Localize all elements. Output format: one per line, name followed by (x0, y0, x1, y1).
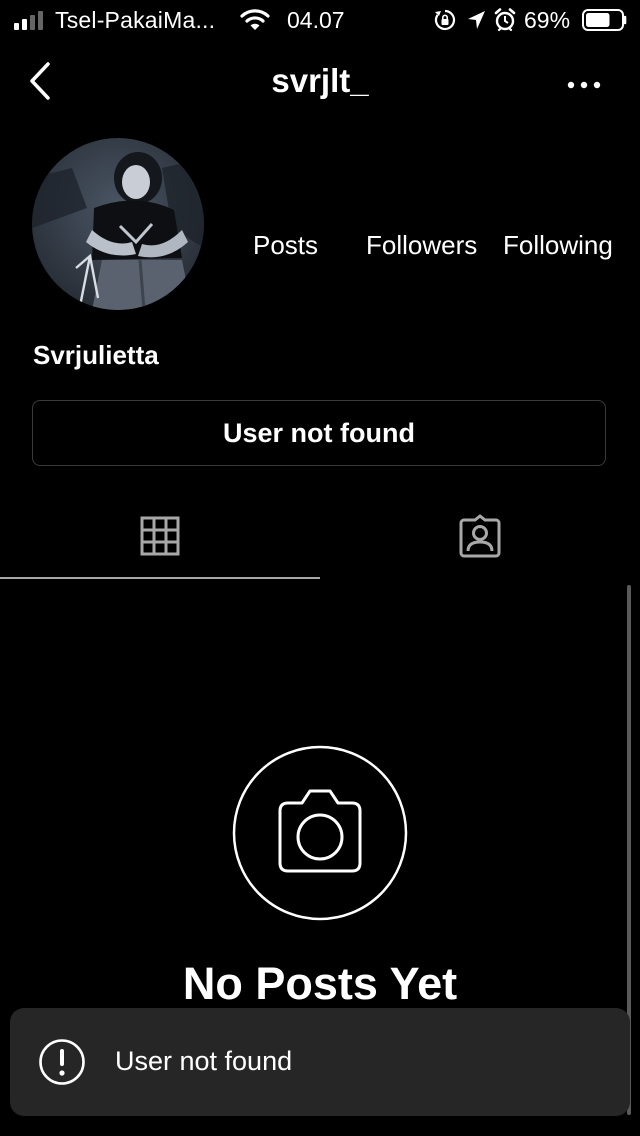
following-stat-label[interactable]: Following (503, 230, 613, 261)
grid-icon (140, 516, 180, 556)
carrier-name: Tsel-PakaiMa... (55, 7, 216, 33)
error-toast[interactable]: User not found (10, 1008, 630, 1116)
user-not-found-button[interactable]: User not found (32, 400, 606, 466)
battery-percentage: 69% (524, 7, 571, 33)
followers-stat-label[interactable]: Followers (366, 230, 477, 261)
tab-tagged[interactable] (320, 500, 640, 578)
camera-icon (232, 745, 408, 921)
profile-avatar[interactable] (32, 138, 204, 310)
profile-screen: Tsel-PakaiMa... 04.07 69% svrjlt_ Posts … (0, 0, 640, 1136)
profile-full-name: Svrjulietta (33, 340, 159, 370)
tab-posts-grid[interactable] (0, 500, 320, 578)
alarm-icon (494, 8, 516, 32)
tagged-person-icon (459, 514, 501, 558)
location-arrow-icon (468, 11, 485, 29)
rotation-lock-icon (434, 9, 456, 31)
status-time: 04.07 (287, 7, 345, 33)
profile-username-title: svrjlt_ (271, 62, 369, 99)
no-posts-heading: No Posts Yet (182, 958, 458, 1009)
battery-icon (582, 9, 627, 31)
active-tab-indicator (0, 577, 320, 579)
more-options-icon[interactable] (562, 70, 606, 100)
status-bar: Tsel-PakaiMa... 04.07 69% (0, 0, 640, 40)
wifi-icon (240, 9, 270, 30)
exclamation-alert-icon (39, 1039, 85, 1085)
toast-message: User not found (115, 1046, 293, 1076)
cellular-signal-icon (14, 11, 43, 30)
posts-stat-label[interactable]: Posts (253, 230, 318, 261)
